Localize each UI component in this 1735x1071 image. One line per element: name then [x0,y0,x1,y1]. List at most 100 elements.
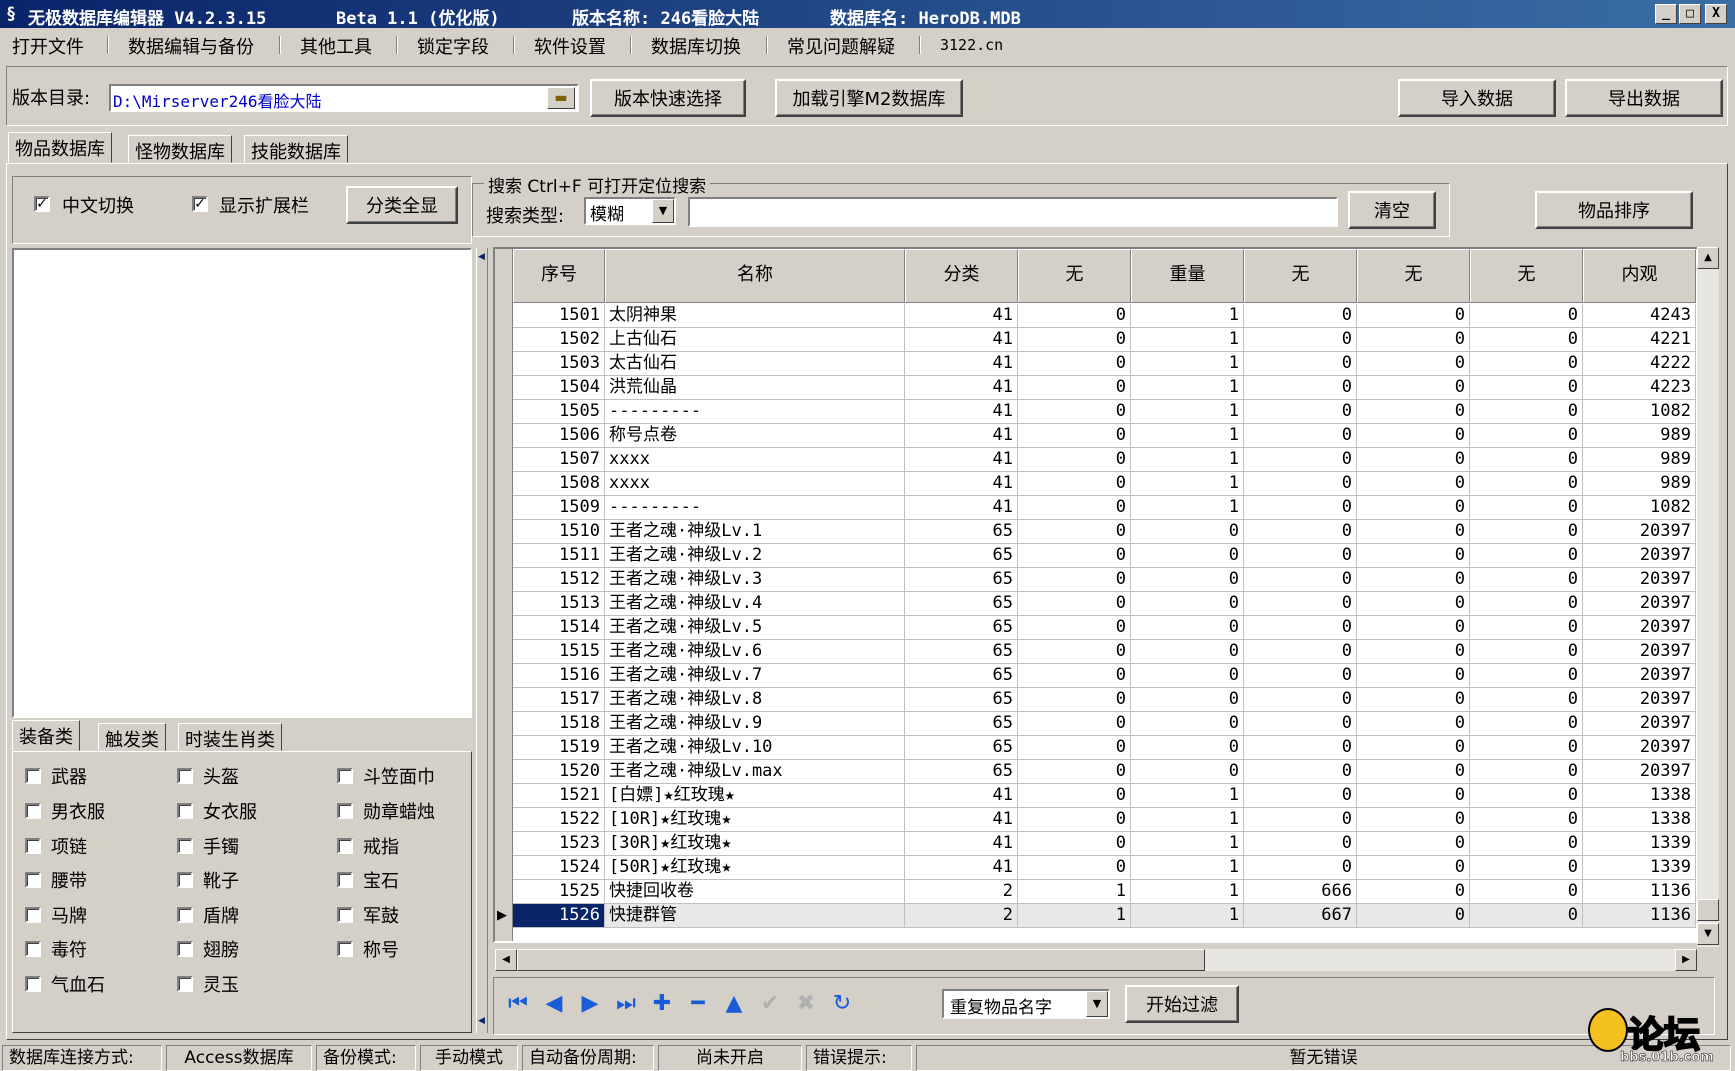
table-cell-weight[interactable]: 0 [1131,568,1244,592]
table-cell-name[interactable]: 称号点卷 [605,424,905,448]
category-checkbox-medal[interactable] [337,803,353,819]
table-row[interactable]: 1523 [30R]★红玫瑰★ 41 0 1 0 0 0 1339 [513,832,1696,856]
table-cell-name[interactable]: 王者之魂·神级Lv.4 [605,592,905,616]
table-cell-seq[interactable]: 1522 [513,808,605,832]
table-cell-none-2[interactable]: 0 [1244,496,1357,520]
table-cell-weight[interactable]: 0 [1131,640,1244,664]
table-cell-none-3[interactable]: 0 [1357,400,1470,424]
table-cell-look[interactable]: 20397 [1583,544,1696,568]
table-row[interactable]: 1517 王者之魂·神级Lv.8 65 0 0 0 0 0 20397 [513,688,1696,712]
table-cell-look[interactable]: 1338 [1583,808,1696,832]
table-cell-look[interactable]: 20397 [1583,568,1696,592]
table-cell-seq[interactable]: 1515 [513,640,605,664]
table-cell-none-3[interactable]: 0 [1357,784,1470,808]
table-cell-seq[interactable]: 1501 [513,304,605,328]
table-cell-none-3[interactable]: 0 [1357,544,1470,568]
table-cell-none-2[interactable]: 0 [1244,568,1357,592]
table-cell-none-2[interactable]: 0 [1244,736,1357,760]
table-cell-none-1[interactable]: 0 [1018,664,1131,688]
prior-record-icon[interactable]: ◀ [540,990,568,1018]
table-cell-none-3[interactable]: 0 [1357,616,1470,640]
table-cell-name[interactable]: 上古仙石 [605,328,905,352]
table-cell-look[interactable]: 989 [1583,472,1696,496]
table-cell-none-3[interactable]: 0 [1357,328,1470,352]
table-cell-none-1[interactable]: 0 [1018,400,1131,424]
filter-type-select[interactable]: 重复物品名字 ▼ [942,989,1110,1019]
table-cell-name[interactable]: [白嫖]★红玫瑰★ [605,784,905,808]
table-cell-none-2[interactable]: 0 [1244,592,1357,616]
table-cell-none-3[interactable]: 0 [1357,424,1470,448]
start-filter-button[interactable]: 开始过滤 [1125,985,1239,1023]
table-cell-none-4[interactable]: 0 [1470,592,1583,616]
table-cell-look[interactable]: 1339 [1583,832,1696,856]
import-button[interactable]: 导入数据 [1398,79,1556,117]
refresh-icon[interactable]: ↻ [828,990,856,1018]
table-cell-seq[interactable]: 1502 [513,328,605,352]
table-cell-weight[interactable]: 0 [1131,760,1244,784]
category-checkbox-poison-charm[interactable] [25,941,41,957]
table-cell-none-2[interactable]: 0 [1244,544,1357,568]
table-row[interactable]: 1506 称号点卷 41 0 1 0 0 0 989 [513,424,1696,448]
table-cell-name[interactable]: 王者之魂·神级Lv.2 [605,544,905,568]
scroll-left-icon[interactable]: ◀ [495,949,517,971]
table-cell-name[interactable]: 王者之魂·神级Lv.9 [605,712,905,736]
table-cell-name[interactable]: 太古仙石 [605,352,905,376]
table-cell-none-2[interactable]: 0 [1244,712,1357,736]
table-cell-look[interactable]: 20397 [1583,592,1696,616]
table-row[interactable]: 1509 --------- 41 0 1 0 0 0 1082 [513,496,1696,520]
table-cell-seq[interactable]: 1518 [513,712,605,736]
table-cell-none-1[interactable]: 1 [1018,904,1131,928]
tab-monster-db[interactable]: 怪物数据库 [128,135,232,163]
table-cell-weight[interactable]: 1 [1131,808,1244,832]
column-header-none-3[interactable]: 无 [1357,249,1470,303]
tab-equipment[interactable]: 装备类 [12,720,80,751]
table-row[interactable]: 1504 洪荒仙晶 41 0 1 0 0 0 4223 [513,376,1696,400]
table-cell-category[interactable]: 41 [905,400,1018,424]
table-cell-category[interactable]: 65 [905,592,1018,616]
table-cell-weight[interactable]: 1 [1131,856,1244,880]
table-cell-none-2[interactable]: 0 [1244,832,1357,856]
post-record-icon[interactable]: ✔ [756,990,784,1018]
table-cell-none-1[interactable]: 0 [1018,592,1131,616]
table-cell-none-3[interactable]: 0 [1357,904,1470,928]
table-cell-none-1[interactable]: 0 [1018,520,1131,544]
table-cell-look[interactable]: 20397 [1583,664,1696,688]
category-checkbox-blood-stone[interactable] [25,976,41,992]
category-checkbox-wings[interactable] [177,941,193,957]
table-row[interactable]: 1513 王者之魂·神级Lv.4 65 0 0 0 0 0 20397 [513,592,1696,616]
category-checkbox-necklace[interactable] [25,838,41,854]
table-cell-weight[interactable]: 1 [1131,376,1244,400]
table-cell-category[interactable]: 41 [905,376,1018,400]
table-cell-none-4[interactable]: 0 [1470,616,1583,640]
table-cell-none-4[interactable]: 0 [1470,640,1583,664]
table-cell-none-4[interactable]: 0 [1470,688,1583,712]
table-cell-none-4[interactable]: 0 [1470,664,1583,688]
table-cell-none-4[interactable]: 0 [1470,424,1583,448]
table-cell-name[interactable]: --------- [605,496,905,520]
show-all-categories-button[interactable]: 分类全显 [346,186,458,224]
table-cell-none-3[interactable]: 0 [1357,592,1470,616]
table-cell-category[interactable]: 2 [905,880,1018,904]
table-cell-category[interactable]: 65 [905,736,1018,760]
category-checkbox-male-armor[interactable] [25,803,41,819]
table-cell-none-2[interactable]: 0 [1244,400,1357,424]
table-cell-look[interactable]: 20397 [1583,616,1696,640]
maximize-button[interactable]: □ [1679,4,1701,24]
table-row[interactable]: 1525 快捷回收卷 2 1 1 666 0 0 1136 [513,880,1696,904]
last-record-icon[interactable]: ⏭ [612,990,640,1018]
table-cell-none-3[interactable]: 0 [1357,856,1470,880]
table-cell-none-2[interactable]: 0 [1244,376,1357,400]
search-input[interactable] [688,197,1338,227]
menu-site-link[interactable]: 3122.cn [940,36,1003,54]
table-cell-look[interactable]: 1338 [1583,784,1696,808]
table-cell-weight[interactable]: 0 [1131,736,1244,760]
search-type-select[interactable]: 模糊 ▼ [584,197,676,225]
table-cell-none-4[interactable]: 0 [1470,304,1583,328]
table-cell-weight[interactable]: 1 [1131,832,1244,856]
version-dir-input[interactable]: D:\Mirserver246看脸大陆 ▬ [109,84,579,112]
table-cell-look[interactable]: 4221 [1583,328,1696,352]
table-row[interactable]: 1519 王者之魂·神级Lv.10 65 0 0 0 0 0 20397 [513,736,1696,760]
table-cell-name[interactable]: xxxx [605,472,905,496]
column-header-none-1[interactable]: 无 [1018,249,1131,303]
table-cell-seq[interactable]: 1507 [513,448,605,472]
